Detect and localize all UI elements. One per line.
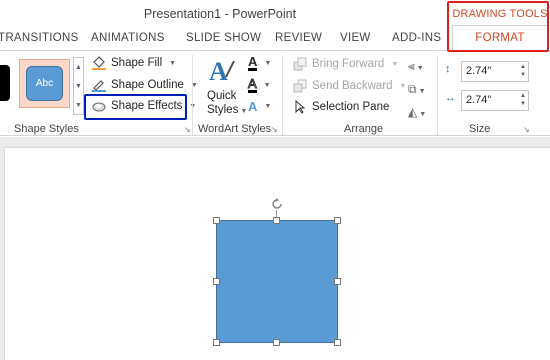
divider xyxy=(437,55,438,135)
shape-styles-group-label: Shape Styles xyxy=(14,123,79,135)
shape-effects-highlight xyxy=(84,94,187,120)
rotate-handle-line xyxy=(276,210,277,218)
resize-handle[interactable] xyxy=(334,217,341,224)
size-group-label: Size xyxy=(469,123,491,135)
quick-styles-label-2: Styles xyxy=(207,104,239,116)
height-value: 2.74" xyxy=(466,65,492,77)
svg-text:A: A xyxy=(209,57,228,86)
quick-styles-button[interactable]: Quick Styles ▼ xyxy=(207,89,247,119)
pencil-icon xyxy=(92,78,106,92)
group-button[interactable]: ⧉ ▼ xyxy=(408,79,426,102)
style-swatch-black[interactable] xyxy=(0,65,10,101)
text-fill-button[interactable]: A ▼ xyxy=(248,54,272,71)
gallery-scroll: ▲ ▼ ▼ xyxy=(73,57,84,115)
text-outline-button[interactable]: A ▼ xyxy=(248,76,271,93)
shape-fill-button[interactable]: Shape Fill ▼ xyxy=(92,56,176,70)
chevron-down-icon: ▼ xyxy=(240,108,248,115)
tab-add-ins[interactable]: ADD-INS xyxy=(392,32,441,44)
tab-review[interactable]: REVIEW xyxy=(275,32,322,44)
selection-pane-label: Selection Pane xyxy=(312,101,390,113)
resize-handle[interactable] xyxy=(334,339,341,346)
chevron-down-icon: ▼ xyxy=(399,82,407,90)
style-swatch-abc: Abc xyxy=(26,66,63,101)
resize-handle[interactable] xyxy=(213,217,220,224)
tab-slide-show[interactable]: SLIDE SHOW xyxy=(186,32,261,44)
send-backward-button[interactable]: Send Backward ▼ xyxy=(293,79,406,93)
bring-forward-icon xyxy=(293,57,307,71)
gallery-more-icon[interactable]: ▼ xyxy=(74,96,83,115)
style-swatch-selected[interactable]: Abc xyxy=(19,59,70,108)
chevron-down-icon: ▼ xyxy=(263,82,271,89)
text-outline-icon: A xyxy=(248,76,257,93)
shape-fill-label: Shape Fill xyxy=(111,57,163,69)
resize-handle[interactable] xyxy=(273,217,280,224)
align-rotate-stack: ⫷ ▼ ⧉ ▼ ◭ ▼ xyxy=(408,56,426,125)
divider xyxy=(192,55,193,135)
send-backward-label: Send Backward xyxy=(312,80,393,92)
width-icon: ↔ xyxy=(445,92,456,104)
group-icon: ⧉ xyxy=(408,82,417,96)
align-icon: ⫷ xyxy=(408,59,415,73)
chevron-down-icon: ▼ xyxy=(419,111,427,118)
bring-forward-label: Bring Forward xyxy=(312,58,385,70)
text-effects-button[interactable]: A ▼ xyxy=(248,99,271,114)
rectangle-shape[interactable] xyxy=(216,220,338,343)
height-icon: ↕ xyxy=(445,63,451,75)
tab-animations[interactable]: ANIMATIONS xyxy=(91,32,165,44)
dialog-launcher-icon[interactable]: ↘ xyxy=(184,125,191,134)
chevron-down-icon: ▼ xyxy=(418,88,426,95)
tab-transitions[interactable]: TRANSITIONS xyxy=(0,32,79,44)
chevron-down-icon: ▼ xyxy=(169,59,177,67)
stepper-arrows-icon[interactable]: ▲ ▼ xyxy=(520,92,526,108)
arrange-group-label: Arrange xyxy=(344,123,384,135)
send-backward-icon xyxy=(293,79,307,93)
selection-pane-icon xyxy=(293,99,307,114)
wordart-group-label: WordArt Styles xyxy=(198,123,272,135)
dialog-launcher-icon[interactable]: ↘ xyxy=(523,125,530,134)
shape-outline-button[interactable]: Shape Outline ▼ xyxy=(92,78,198,92)
chevron-down-icon: ▼ xyxy=(416,65,424,72)
resize-handle[interactable] xyxy=(273,339,280,346)
gallery-up-icon[interactable]: ▲ xyxy=(74,58,83,77)
width-stepper[interactable]: 2.74" ▲ ▼ xyxy=(461,90,529,111)
quick-styles-icon[interactable]: A xyxy=(206,55,236,87)
rotate-handle-icon[interactable] xyxy=(270,197,284,211)
height-stepper[interactable]: 2.74" ▲ ▼ xyxy=(461,61,529,82)
drawing-tools-highlight xyxy=(447,1,549,52)
divider xyxy=(282,55,283,135)
align-button[interactable]: ⫷ ▼ xyxy=(408,56,426,79)
paint-bucket-icon xyxy=(92,56,106,70)
ribbon: Abc ▲ ▼ ▼ Shape Fill ▼ Shape Outline ▼ Sha… xyxy=(0,50,550,136)
gallery-down-icon[interactable]: ▼ xyxy=(74,77,83,96)
resize-handle[interactable] xyxy=(334,278,341,285)
chevron-down-icon: ▼ xyxy=(264,103,272,110)
tab-view[interactable]: VIEW xyxy=(340,32,371,44)
rotate-icon: ◭ xyxy=(408,105,418,119)
stepper-arrows-icon[interactable]: ▲ ▼ xyxy=(520,63,526,79)
text-fill-icon: A xyxy=(248,54,258,71)
resize-handle[interactable] xyxy=(213,339,220,346)
resize-handle[interactable] xyxy=(213,278,220,285)
rotate-button[interactable]: ◭ ▼ xyxy=(408,102,426,125)
dialog-launcher-icon[interactable]: ↘ xyxy=(271,125,278,134)
chevron-down-icon: ▼ xyxy=(391,60,399,68)
selection-pane-button[interactable]: Selection Pane xyxy=(293,99,390,114)
width-value: 2.74" xyxy=(466,94,492,106)
shape-outline-label: Shape Outline xyxy=(111,79,184,91)
quick-styles-label-1: Quick xyxy=(207,90,237,102)
bring-forward-button[interactable]: Bring Forward ▼ xyxy=(293,57,398,71)
text-effects-icon: A xyxy=(248,99,258,114)
chevron-down-icon: ▼ xyxy=(264,60,272,67)
window-title: Presentation1 - PowerPoint xyxy=(143,7,297,21)
